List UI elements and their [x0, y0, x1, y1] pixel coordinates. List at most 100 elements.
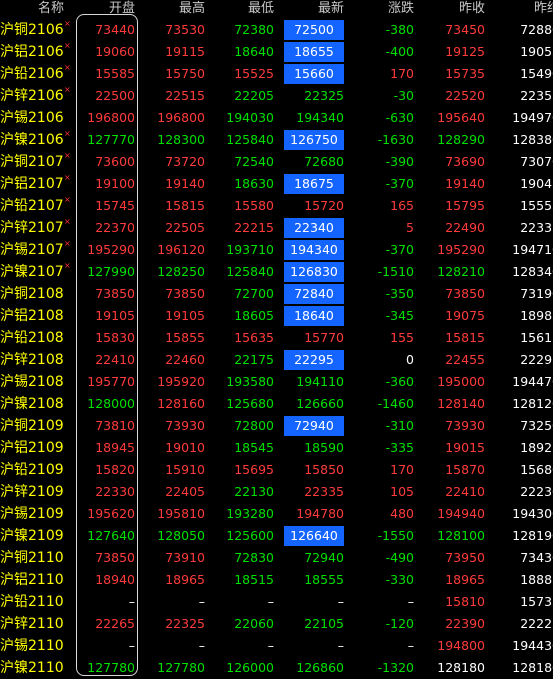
- close-mark-icon: ×: [64, 85, 71, 94]
- cell-ps: 19045: [520, 176, 553, 191]
- cell-pc: 73850: [445, 286, 485, 301]
- cell-low: –: [267, 594, 274, 609]
- contract-name: 沪镍2108: [0, 396, 64, 412]
- cell-last: 126640: [284, 526, 344, 546]
- cell-ps: 194970: [512, 110, 553, 125]
- cell-low: 18640: [234, 44, 274, 59]
- cell-high: 195920: [157, 374, 205, 389]
- cell-ps: 15615: [520, 330, 553, 345]
- cell-last: 126660: [296, 396, 344, 411]
- contract-name: 沪铝2108: [0, 308, 64, 324]
- cell-low: 125840: [226, 264, 274, 279]
- cell-chg: –: [407, 638, 414, 653]
- header-last[interactable]: 最新: [284, 0, 344, 18]
- header-name[interactable]: 名称: [4, 0, 64, 18]
- cell-low: 22130: [234, 484, 274, 499]
- cell-chg: -1510: [377, 264, 414, 279]
- cell-pc: 128140: [437, 396, 485, 411]
- close-mark-icon: ×: [64, 195, 71, 204]
- cell-high: 128160: [157, 396, 205, 411]
- cell-pc: 19015: [445, 440, 485, 455]
- cell-last: 18640: [284, 306, 344, 326]
- cell-chg: -30: [393, 88, 414, 103]
- cell-pc: 194940: [437, 506, 485, 521]
- cell-ps: 19055: [520, 44, 553, 59]
- cell-low: 72380: [234, 22, 274, 37]
- contract-name: 沪锌2108: [0, 352, 64, 368]
- cell-last: 22105: [304, 616, 344, 631]
- cell-pc: 19075: [445, 308, 485, 323]
- cell-high: 18965: [165, 572, 205, 587]
- cell-pc: 73690: [445, 154, 485, 169]
- cell-low: 125840: [226, 132, 274, 147]
- cell-ps: 72880: [520, 22, 553, 37]
- cell-ps: 128380: [512, 132, 553, 147]
- cell-ps: 194470: [512, 374, 553, 389]
- cell-low: 72700: [234, 286, 274, 301]
- contract-name: 沪铅2107: [0, 198, 64, 214]
- cell-high: 15815: [165, 198, 205, 213]
- contract-name: 沪镍2106: [0, 132, 64, 148]
- contract-name: 沪铝2110: [0, 572, 64, 588]
- cell-low: 193580: [226, 374, 274, 389]
- cell-low: 15580: [234, 198, 274, 213]
- cell-pc: 128210: [437, 264, 485, 279]
- cell-ps: 194300: [512, 506, 553, 521]
- contract-name: 沪镍2109: [0, 528, 64, 544]
- cell-last: 194780: [296, 506, 344, 521]
- contract-name: 沪铅2109: [0, 462, 64, 478]
- cell-high: 15910: [165, 462, 205, 477]
- cell-pc: 18965: [445, 572, 485, 587]
- cell-high: 15855: [165, 330, 205, 345]
- cell-pc: 15735: [445, 66, 485, 81]
- contract-name: 沪铜2108: [0, 286, 64, 302]
- contract-name: 沪铝2107: [0, 176, 64, 192]
- header-low[interactable]: 最低: [214, 0, 274, 18]
- contract-name: 沪锡2110: [0, 638, 64, 654]
- cell-pc: 19140: [445, 176, 485, 191]
- close-mark-icon: ×: [64, 261, 71, 270]
- cell-pc: 22490: [445, 220, 485, 235]
- cell-last: 18655: [284, 42, 344, 62]
- header-prev-settle[interactable]: 昨结: [500, 0, 553, 18]
- cell-pc: 73930: [445, 418, 485, 433]
- cell-pc: 195000: [437, 374, 485, 389]
- cell-last: 72680: [304, 154, 344, 169]
- cell-last: 126860: [296, 660, 344, 675]
- cell-high: 15750: [165, 66, 205, 81]
- cell-ps: 15735: [520, 594, 553, 609]
- contract-name: 沪铅2110: [0, 594, 64, 610]
- cell-low: 15525: [234, 66, 274, 81]
- cell-ps: 15555: [520, 198, 553, 213]
- cell-chg: -630: [385, 110, 414, 125]
- cell-high: 19115: [165, 44, 205, 59]
- contract-name: 沪铝2106: [0, 44, 64, 60]
- cell-ps: 73070: [520, 154, 553, 169]
- header-change[interactable]: 涨跌: [354, 0, 414, 18]
- header-prev-close[interactable]: 昨收: [425, 0, 485, 18]
- cell-chg: -335: [385, 440, 414, 455]
- cell-low: 22175: [234, 352, 274, 367]
- cell-pc: 128100: [437, 528, 485, 543]
- cell-low: –: [267, 638, 274, 653]
- cell-chg: -490: [385, 550, 414, 565]
- cell-high: 73720: [165, 154, 205, 169]
- cell-high: 73530: [165, 22, 205, 37]
- cell-last: 72940: [304, 550, 344, 565]
- contract-name: 沪镍2107: [0, 264, 64, 280]
- cell-pc: 15870: [445, 462, 485, 477]
- cell-last: 15770: [304, 330, 344, 345]
- contract-name: 沪铜2110: [0, 550, 64, 566]
- cell-high: 73910: [165, 550, 205, 565]
- cell-last: 22335: [304, 484, 344, 499]
- cell-pc: 22390: [445, 616, 485, 631]
- cell-pc: 15810: [445, 594, 485, 609]
- cell-last: 18590: [304, 440, 344, 455]
- contract-name: 沪铜2109: [0, 418, 64, 434]
- cell-last: 126750: [284, 130, 344, 150]
- header-high[interactable]: 最高: [145, 0, 205, 18]
- cell-chg: 105: [390, 484, 414, 499]
- cell-ps: 128190: [512, 528, 553, 543]
- contract-name: 沪铜2106: [0, 22, 64, 38]
- cell-last: –: [337, 594, 344, 609]
